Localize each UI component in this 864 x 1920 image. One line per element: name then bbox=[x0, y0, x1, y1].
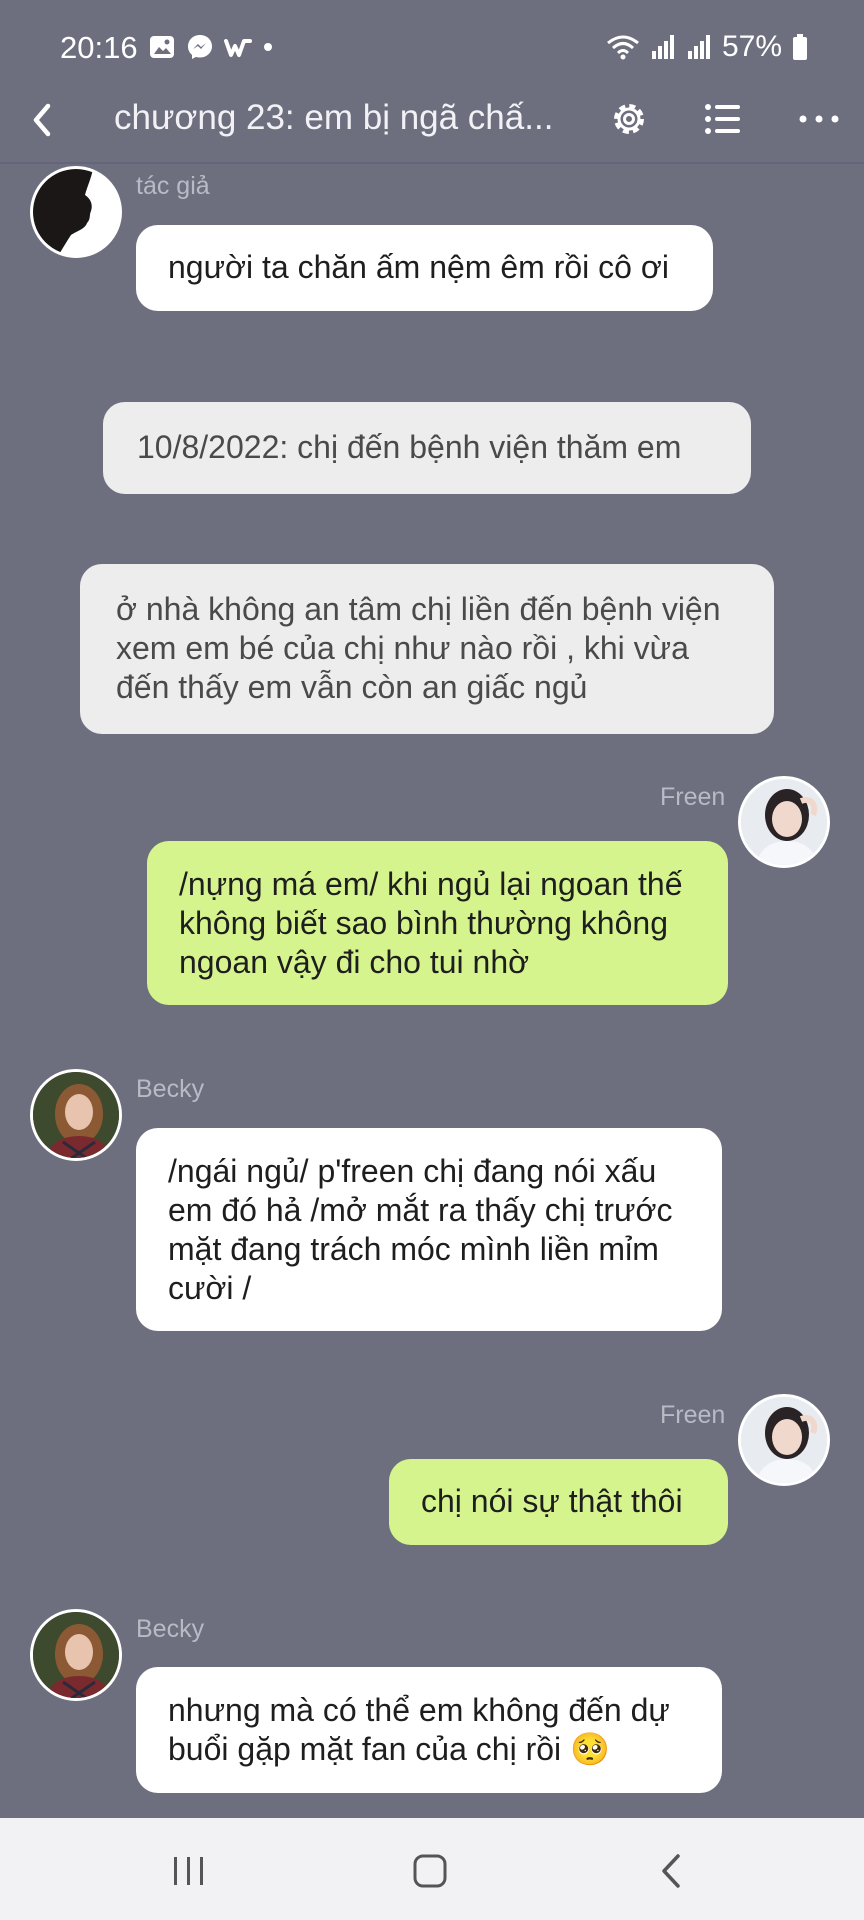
chapter-title: chương 23: em bị ngã chấ... bbox=[114, 98, 554, 137]
recent-apps-icon[interactable] bbox=[164, 1848, 214, 1894]
battery-icon bbox=[793, 34, 807, 60]
system-status: 57% bbox=[606, 30, 808, 64]
author-avatar[interactable] bbox=[30, 166, 122, 258]
message-bubble: /nựng má em/ khi ngủ lại ngoan thế không… bbox=[147, 841, 728, 1005]
message-text: nhưng mà có thể em không đến dự buổi gặp… bbox=[168, 1692, 670, 1767]
wattpad-icon bbox=[224, 39, 252, 57]
sender-name: Freen bbox=[660, 783, 726, 811]
more-options-icon[interactable] bbox=[794, 96, 844, 142]
messenger-icon bbox=[188, 35, 212, 59]
signal-icon bbox=[687, 35, 710, 59]
profile-photo-icon bbox=[741, 779, 827, 865]
notification-icons bbox=[148, 33, 274, 61]
gear-icon[interactable] bbox=[606, 96, 652, 142]
becky-avatar[interactable] bbox=[30, 1609, 122, 1701]
wifi-icon bbox=[607, 35, 639, 60]
sender-name: Becky bbox=[136, 1615, 205, 1643]
battery-percent: 57% bbox=[721, 30, 782, 63]
profile-photo-icon bbox=[741, 1397, 827, 1483]
status-time: 20:16 bbox=[60, 30, 138, 65]
sender-name: Freen bbox=[660, 1401, 726, 1429]
message-text: chị nói sự thật thôi bbox=[421, 1483, 683, 1519]
freen-avatar[interactable] bbox=[738, 776, 830, 868]
signal-icon bbox=[651, 35, 674, 59]
message-text: /nựng má em/ khi ngủ lại ngoan thế không… bbox=[179, 866, 683, 980]
message-text: người ta chăn ấm nệm êm rồi cô ơi bbox=[168, 249, 669, 285]
becky-avatar[interactable] bbox=[30, 1069, 122, 1161]
back-icon[interactable] bbox=[18, 92, 68, 148]
freen-avatar[interactable] bbox=[738, 1394, 830, 1486]
message-bubble: chị nói sự thật thôi bbox=[389, 1459, 728, 1545]
narration-bubble: 10/8/2022: chị đến bệnh viện thăm em bbox=[103, 402, 751, 494]
back-nav-icon[interactable] bbox=[648, 1848, 698, 1894]
dot-icon bbox=[264, 43, 272, 51]
gallery-icon bbox=[150, 36, 174, 58]
system-nav-bar bbox=[0, 1818, 864, 1920]
chapter-list-icon[interactable] bbox=[700, 96, 746, 142]
message-bubble: người ta chăn ấm nệm êm rồi cô ơi bbox=[136, 225, 713, 311]
narration-bubble: ở nhà không an tâm chị liền đến bệnh việ… bbox=[80, 564, 774, 734]
app-header: chương 23: em bị ngã chấ... bbox=[0, 80, 864, 164]
sender-name: tác giả bbox=[136, 172, 210, 200]
message-bubble: /ngái ngủ/ p'freen chị đang nói xấu em đ… bbox=[136, 1128, 722, 1331]
home-icon[interactable] bbox=[405, 1848, 455, 1894]
profile-photo-icon bbox=[33, 1612, 119, 1698]
silhouette-icon bbox=[33, 169, 119, 255]
profile-photo-icon bbox=[33, 1072, 119, 1158]
narration-text: ở nhà không an tâm chị liền đến bệnh việ… bbox=[116, 591, 721, 705]
narration-text: 10/8/2022: chị đến bệnh viện thăm em bbox=[137, 429, 682, 465]
sender-name: Becky bbox=[136, 1075, 205, 1103]
message-text: /ngái ngủ/ p'freen chị đang nói xấu em đ… bbox=[168, 1153, 673, 1306]
message-bubble: nhưng mà có thể em không đến dự buổi gặp… bbox=[136, 1667, 722, 1793]
